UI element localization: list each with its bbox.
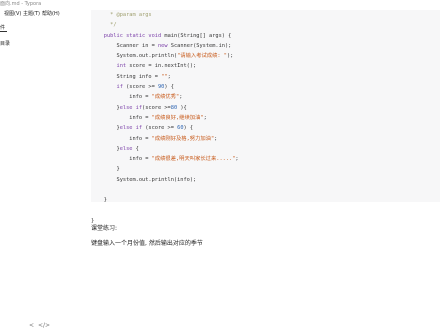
code-token: else if: [119, 125, 146, 132]
code-token: "请输入考试成绩: ": [177, 53, 227, 60]
source-code-mode-icon[interactable]: </>: [38, 322, 50, 329]
code-line[interactable]: info = "成绩优秀";: [91, 92, 239, 102]
paragraph-text: 键盘输入一个月份值, 然后输出对应的季节: [91, 240, 203, 247]
code-token: info =: [129, 94, 152, 101]
code-token: "成绩良好,继续加油": [151, 114, 204, 121]
code-token: * @param args: [110, 12, 152, 18]
code-line[interactable]: if (score >= 90) {: [91, 82, 239, 92]
sidebar: 件 目录: [0, 20, 20, 330]
code-token: ;: [179, 94, 183, 101]
code-token: }: [116, 166, 120, 173]
code-token: (score >=: [126, 84, 158, 91]
code-token: info =: [129, 156, 152, 163]
code-token: info =: [129, 114, 152, 121]
code-line[interactable]: }else if(score >=80 ){: [91, 103, 239, 113]
code-line[interactable]: [91, 206, 239, 216]
code-line[interactable]: String info = "";: [91, 72, 239, 82]
code-token: int: [116, 63, 130, 70]
code-token: main(String[] args) {: [164, 32, 232, 39]
code-block[interactable]: * @param args */ public static void main…: [91, 10, 440, 224]
code-token: (score >=: [145, 125, 178, 132]
code-token: */: [110, 22, 117, 29]
code-line[interactable]: */: [91, 20, 239, 30]
code-line[interactable]: public static void main(String[] args) {: [91, 31, 239, 41]
code-token: }: [103, 197, 107, 204]
code-line[interactable]: Scanner in = new Scanner(System.in);: [91, 41, 239, 51]
active-tab-indicator: [0, 31, 7, 32]
code-token: "成绩优秀": [151, 94, 180, 101]
code-token: ;: [235, 156, 239, 163]
code-token: ) {: [164, 84, 174, 91]
code-line[interactable]: info = "成绩很差,明天叫家长过来.....";: [91, 154, 239, 164]
code-token: new: [157, 42, 171, 49]
code-token: Scanner in =: [116, 42, 158, 49]
code-line[interactable]: }: [91, 195, 239, 205]
sidebar-tab-files[interactable]: 件: [0, 24, 5, 31]
code-token: else: [119, 145, 136, 152]
code-line[interactable]: * @param args: [91, 10, 239, 20]
code-line[interactable]: System.out.println("请输入考试成绩: ");: [91, 51, 239, 61]
code-token: ;: [203, 114, 207, 121]
toggle-sidebar-icon[interactable]: <: [29, 322, 34, 329]
code-line[interactable]: System.out.println(info);: [91, 175, 239, 185]
code-token: info =: [129, 135, 152, 142]
code-token: ) {: [183, 125, 194, 132]
code-token: score = in.nextInt();: [129, 63, 197, 70]
code-line[interactable]: info = "成绩良好,继续加油";: [91, 113, 239, 123]
code-line[interactable]: }: [91, 164, 239, 174]
code-token: (score >=: [142, 104, 171, 111]
code-token: if: [116, 84, 127, 91]
code-token: "成绩刚好及格,努力加油": [151, 135, 215, 142]
code-token: System.out.println(info);: [116, 176, 197, 183]
code-token: {: [135, 145, 139, 152]
code-line[interactable]: }else {: [91, 144, 239, 154]
code-line[interactable]: [91, 185, 239, 195]
window-title: 面向.md - Typora: [0, 1, 42, 7]
sidebar-tab-outline[interactable]: 目录: [0, 40, 10, 47]
code-token: System.out.println(: [116, 53, 178, 60]
code-token: Scanner(System.in);: [170, 42, 232, 49]
code-token: );: [226, 53, 234, 60]
code-token: else if: [119, 104, 143, 111]
code-token: void: [148, 32, 165, 39]
menu-theme[interactable]: 主题(T): [23, 10, 40, 17]
code-line[interactable]: }else if (score >= 60) {: [91, 123, 239, 133]
section-heading: 课堂练习:: [91, 225, 118, 232]
code-token: ;: [214, 135, 218, 142]
code-token: ){: [177, 104, 187, 111]
code-line[interactable]: int score = in.nextInt();: [91, 61, 239, 71]
menu-view[interactable]: 视图(V): [4, 10, 21, 17]
code-token: "成绩很差,明天叫家长过来.....": [151, 156, 236, 163]
code-token: String info =: [116, 73, 162, 80]
code-content[interactable]: * @param args */ public static void main…: [91, 10, 239, 226]
menu-help[interactable]: 帮助(H): [42, 10, 60, 17]
code-token: public static: [103, 32, 149, 39]
code-token: ;: [167, 73, 171, 80]
title-bar: 面向.md - Typora: [0, 0, 440, 8]
code-line[interactable]: info = "成绩刚好及格,努力加油";: [91, 134, 239, 144]
